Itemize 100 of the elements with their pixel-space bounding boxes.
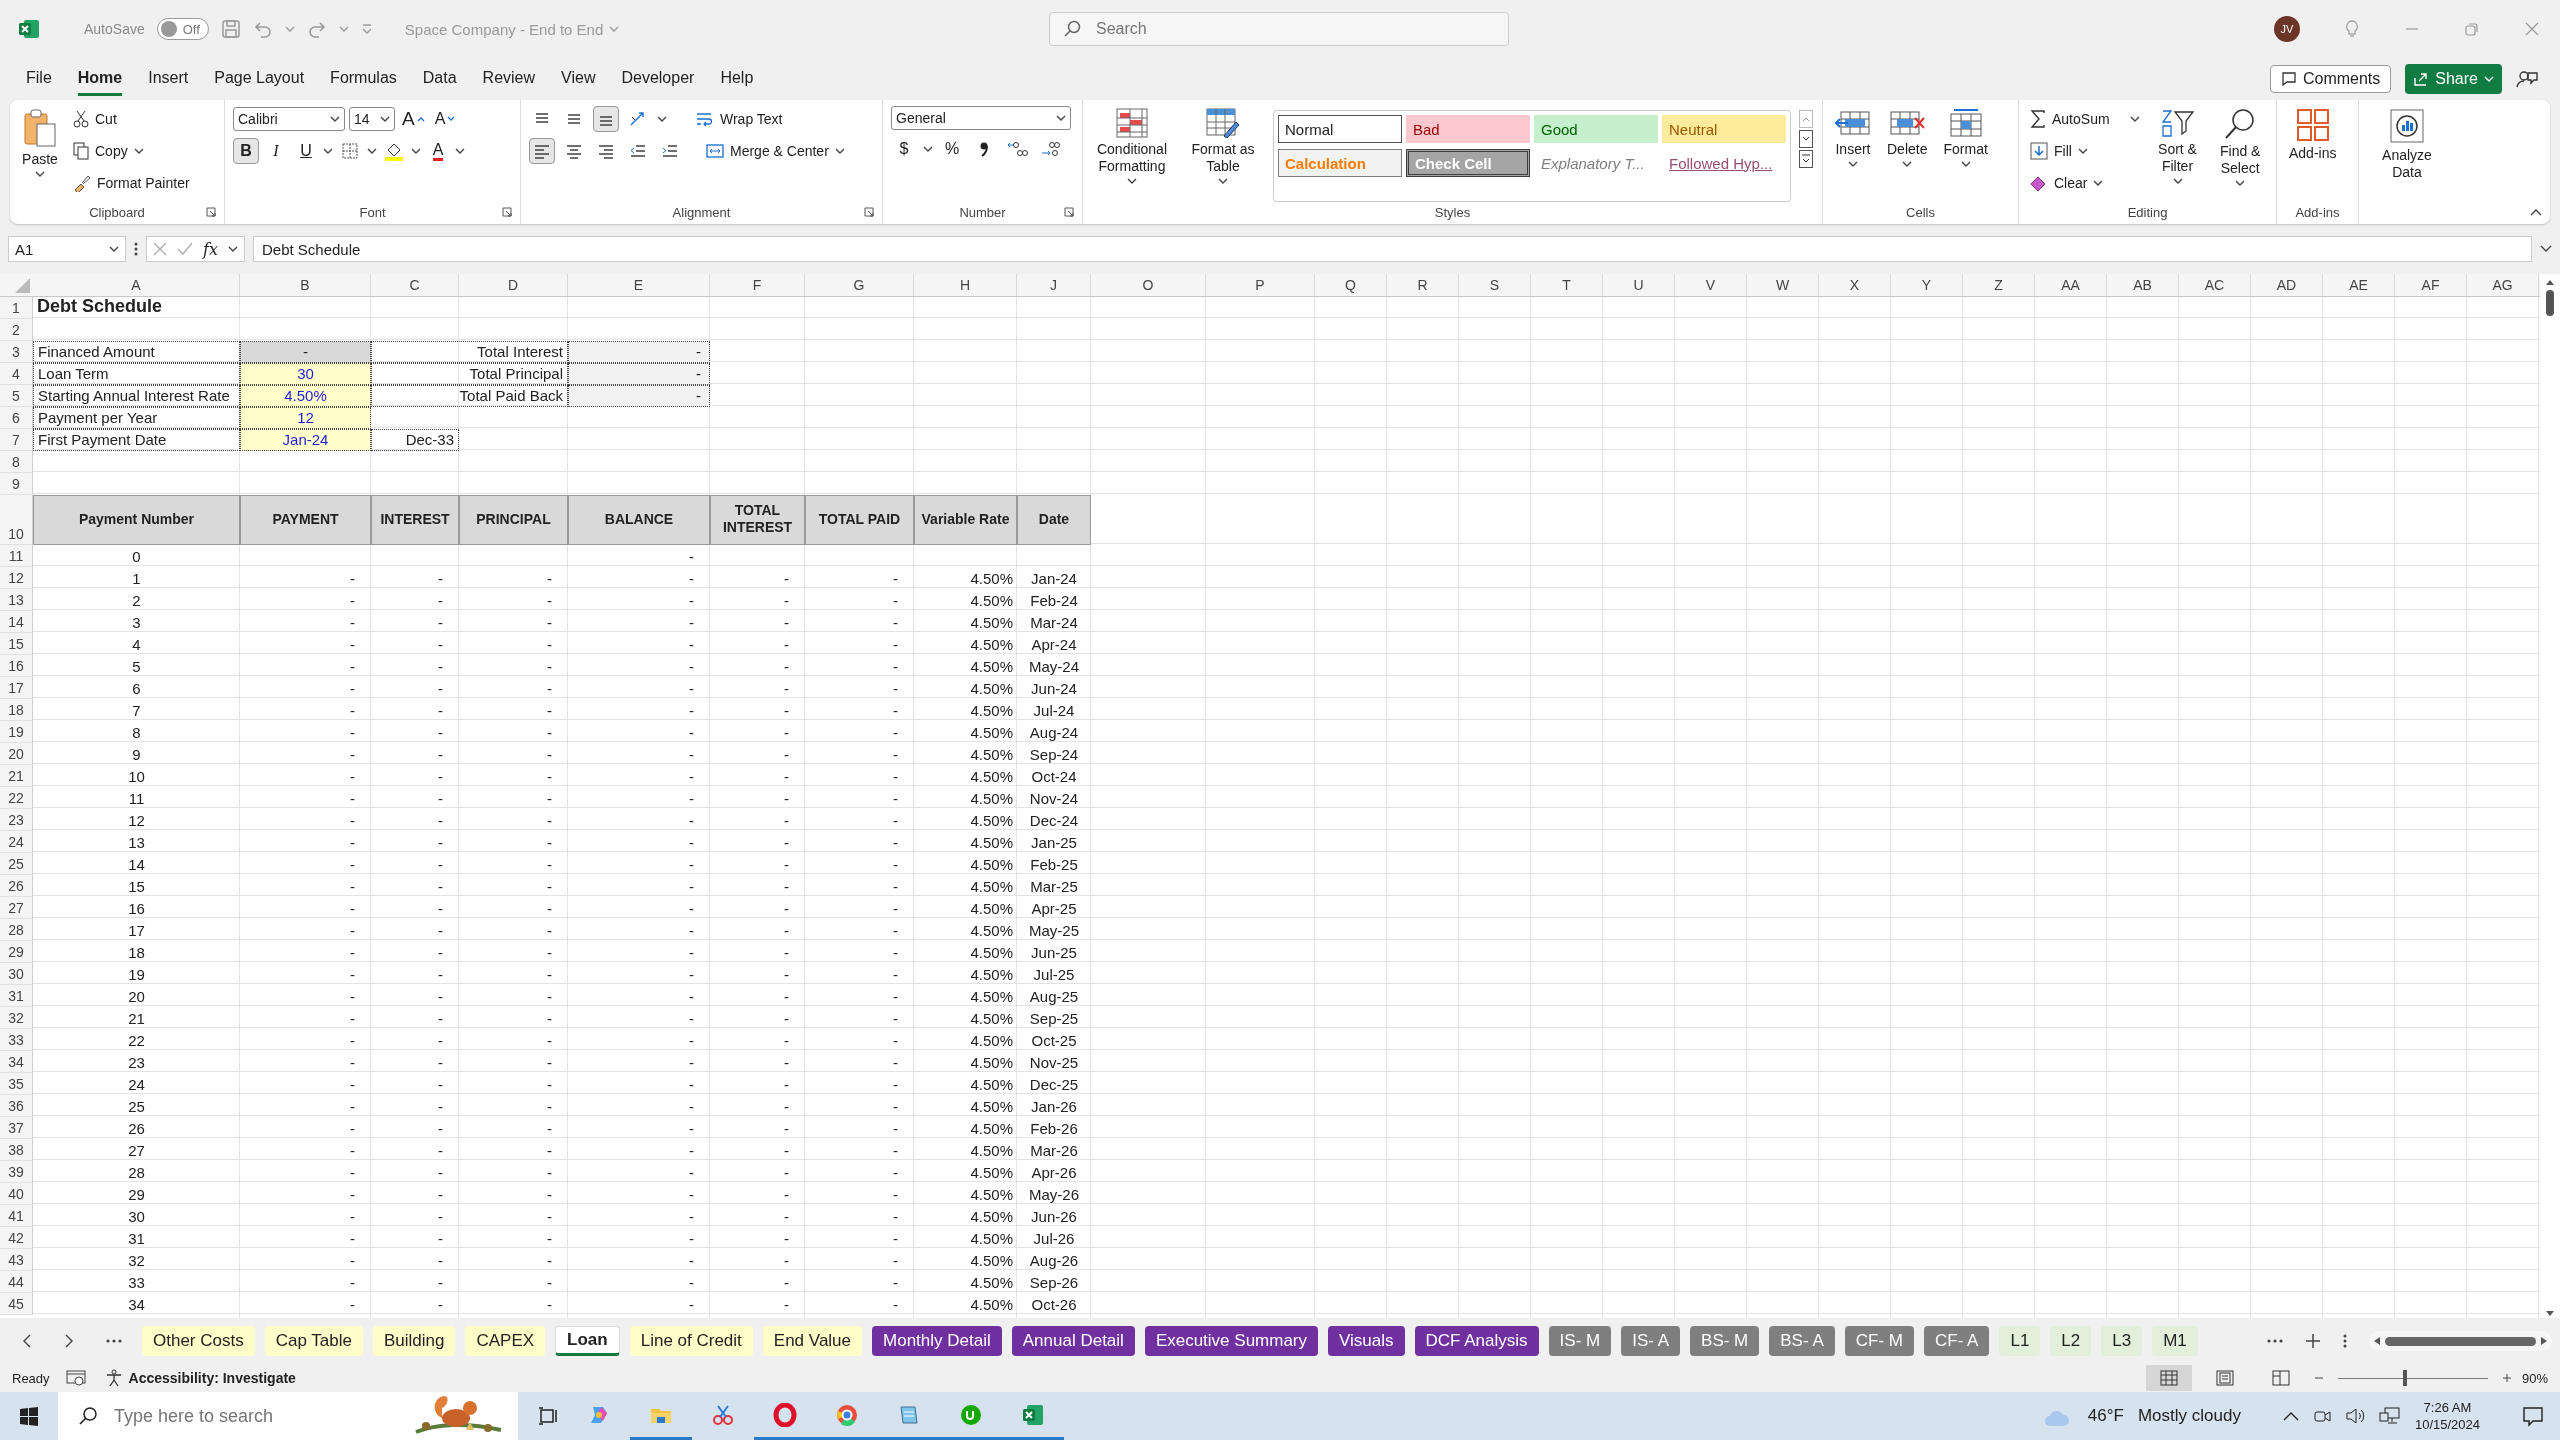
format-painter-button[interactable]: Format Painter [70, 170, 193, 196]
row-number[interactable]: 23 [0, 809, 33, 831]
row-number[interactable]: 43 [0, 1249, 33, 1271]
accessibility-button[interactable]: Accessibility: Investigate [101, 1365, 299, 1391]
grow-font-button[interactable]: A [399, 106, 428, 132]
column-header[interactable]: AC [2179, 274, 2251, 296]
sheet-tab[interactable]: CF- M [1844, 1326, 1914, 1356]
sheet-tab[interactable]: Other Costs [142, 1326, 255, 1356]
font-size-field[interactable]: 14 [349, 107, 395, 131]
menu-tab[interactable]: Help [720, 62, 754, 96]
row-number[interactable]: 27 [0, 897, 33, 919]
cell-style[interactable]: Explanatory T... [1534, 149, 1658, 177]
row-number[interactable]: 41 [0, 1205, 33, 1227]
cell-style[interactable]: Normal [1278, 115, 1402, 143]
percent-button[interactable]: % [939, 136, 965, 162]
scroll-right-icon[interactable] [2540, 1336, 2548, 1346]
caret-icon[interactable] [923, 146, 933, 152]
caret-icon[interactable] [227, 246, 238, 252]
column-header[interactable]: X [1819, 274, 1891, 296]
shrink-font-button[interactable]: A [431, 106, 459, 132]
caret-icon[interactable] [323, 148, 333, 154]
scroll-up-icon[interactable] [2545, 278, 2555, 286]
sheet-tab[interactable]: IS- A [1621, 1326, 1681, 1356]
cells-button[interactable]: Delete [1883, 106, 1932, 202]
caret-icon[interactable] [2077, 148, 2088, 154]
normal-view-button[interactable] [2145, 1365, 2192, 1391]
row-number[interactable]: 37 [0, 1117, 33, 1139]
caret-icon[interactable] [2129, 116, 2140, 122]
more-icon[interactable] [1799, 150, 1813, 168]
row-number[interactable]: 21 [0, 765, 33, 787]
sheet-tab[interactable]: Annual Detail [1011, 1326, 1135, 1356]
row-number[interactable]: 8 [0, 451, 33, 473]
sheet-tab[interactable]: CAPEX [465, 1326, 546, 1356]
sheet-tab[interactable]: Monthly Detail [872, 1326, 1002, 1356]
row-number[interactable]: 38 [0, 1139, 33, 1161]
column-header[interactable]: J [1017, 274, 1091, 296]
row-number[interactable]: 13 [0, 589, 33, 611]
bottom-align-button[interactable] [593, 106, 619, 132]
previous-sheet-icon[interactable] [22, 1334, 32, 1348]
column-header[interactable]: AD [2251, 274, 2323, 296]
caret-icon[interactable] [35, 171, 45, 177]
italic-button[interactable]: I [263, 138, 289, 164]
sheet-tab[interactable]: L3 [2101, 1326, 2143, 1356]
next-sheet-icon[interactable] [64, 1334, 74, 1348]
sheet-tab[interactable]: Building [372, 1326, 456, 1356]
more-sheets-icon[interactable] [2267, 1339, 2283, 1343]
sheet-tab[interactable]: L1 [1999, 1326, 2041, 1356]
format-as-table-button[interactable]: Format as Table [1181, 106, 1265, 202]
row-number[interactable]: 35 [0, 1073, 33, 1095]
cell-style[interactable]: Followed Hyp... [1662, 149, 1786, 177]
dialog-launcher-icon[interactable] [864, 207, 874, 217]
caret-icon[interactable] [657, 116, 667, 122]
windows-icon[interactable] [19, 1406, 39, 1426]
cell-style[interactable]: Neutral [1662, 115, 1786, 143]
dialog-launcher-icon[interactable] [206, 207, 216, 217]
column-header[interactable]: V [1675, 274, 1747, 296]
column-header[interactable]: G [805, 274, 914, 296]
row-number[interactable]: 26 [0, 875, 33, 897]
row-number[interactable]: 39 [0, 1161, 33, 1183]
column-header[interactable]: D [459, 274, 568, 296]
menu-tab[interactable]: Data [422, 62, 457, 96]
row-number[interactable]: 33 [0, 1029, 33, 1051]
row-number[interactable]: 34 [0, 1051, 33, 1073]
row-number[interactable]: 18 [0, 699, 33, 721]
row-number[interactable]: 3 [0, 341, 33, 363]
caret-icon[interactable] [1848, 161, 1858, 167]
spreadsheet-logo-icon[interactable] [18, 18, 40, 40]
caret-icon[interactable] [2172, 178, 2183, 184]
caret-icon[interactable] [1056, 115, 1066, 121]
align-left-button[interactable] [529, 138, 555, 164]
sort-filter-button[interactable]: Sort & Filter [2150, 106, 2205, 202]
scrollbar-thumb[interactable] [2385, 1336, 2536, 1346]
add-sheet-icon[interactable] [2305, 1333, 2321, 1349]
sheet-tab[interactable]: End Value [762, 1326, 863, 1356]
column-header[interactable]: P [1206, 274, 1315, 296]
row-number[interactable]: 10 [0, 495, 33, 545]
column-header[interactable]: Q [1315, 274, 1387, 296]
dialog-launcher-icon[interactable] [502, 207, 512, 217]
row-number[interactable]: 17 [0, 677, 33, 699]
caret-icon[interactable] [109, 246, 119, 252]
chevron-up-icon[interactable] [2282, 1411, 2299, 1421]
menu-tab[interactable]: Page Layout [214, 62, 305, 96]
zoom-in-icon[interactable] [2501, 1373, 2512, 1383]
row-number[interactable]: 15 [0, 633, 33, 655]
menu-tab[interactable]: Review [482, 62, 536, 96]
row-number[interactable]: 4 [0, 363, 33, 385]
row-number[interactable]: 11 [0, 545, 33, 567]
cells-button[interactable]: Insert [1831, 106, 1875, 202]
caret-icon[interactable] [455, 148, 465, 154]
coauthor-icon[interactable] [2516, 69, 2538, 89]
row-number[interactable]: 42 [0, 1227, 33, 1249]
row-number[interactable]: 44 [0, 1271, 33, 1293]
sheet-tab[interactable]: M1 [2152, 1326, 2198, 1356]
column-header[interactable]: E [568, 274, 710, 296]
row-number[interactable]: 30 [0, 963, 33, 985]
caret-icon[interactable] [411, 148, 421, 154]
caret-icon[interactable] [1960, 161, 1971, 167]
caret-icon[interactable] [834, 148, 845, 154]
menu-tab[interactable]: Insert [148, 62, 189, 96]
column-header[interactable]: T [1531, 274, 1603, 296]
